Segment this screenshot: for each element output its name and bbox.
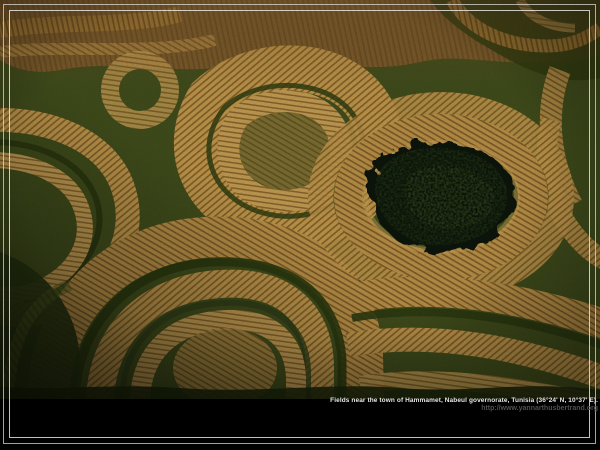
caption: Fields near the town of Hammamet, Nabeul… bbox=[330, 397, 598, 413]
wallpaper-screen: Fields near the town of Hammamet, Nabeul… bbox=[0, 0, 600, 450]
caption-url: http://www.yannarthusbertrand.org bbox=[330, 405, 598, 413]
aerial-photo-art bbox=[0, 0, 600, 399]
aerial-photo bbox=[0, 0, 600, 399]
caption-title: Fields near the town of Hammamet, Nabeul… bbox=[330, 397, 598, 405]
